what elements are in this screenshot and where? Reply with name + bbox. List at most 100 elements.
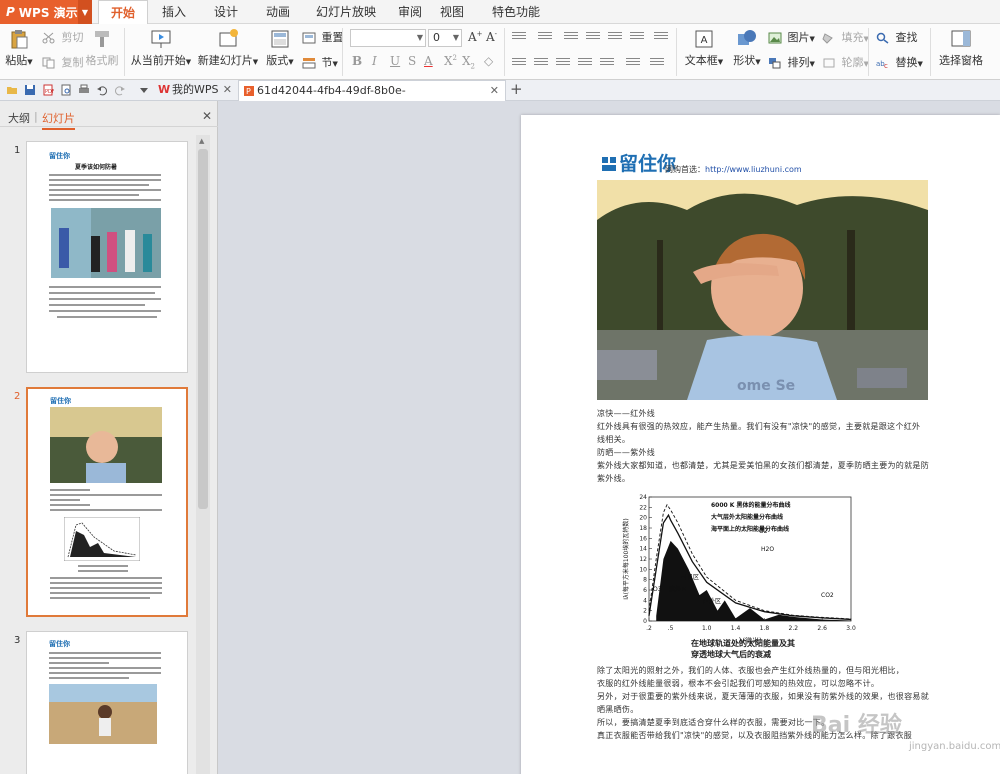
thumbnail-scrollbar[interactable]: ▲ [196,135,210,774]
thumb-text-line [57,316,157,318]
thumb-title: 夏季该如何防暑 [75,164,118,171]
numbered-list-icon[interactable] [538,32,552,42]
tab-insert[interactable]: 插入 [152,0,196,24]
baidu-watermark: Bai 经验 [811,713,902,738]
export-pdf-icon[interactable]: PDF [42,84,54,96]
tab-slideshow[interactable]: 幻灯片放映 [306,0,386,24]
align-center-icon[interactable] [534,58,548,68]
decrease-font-button[interactable]: A- [486,30,497,44]
save-icon[interactable] [24,84,36,96]
current-slide[interactable]: 留住你 网购首选：http://www.liuzhuni.com ome Se [521,115,1000,774]
open-folder-icon[interactable] [6,84,18,96]
outline-button[interactable]: 轮廓▼ [822,54,869,70]
copy-icon [42,57,55,69]
smartart-icon[interactable] [650,58,664,68]
selection-pane-button[interactable]: 选择窗格 [936,28,986,68]
body-text-line: 防晒——紫外线 [597,448,656,457]
text-box-button[interactable]: A 文本框▼ [684,28,724,68]
chart-legend-entry: 大气层外太阳能量分布曲线 [711,513,783,521]
print-icon[interactable] [78,84,90,96]
tagline-link[interactable]: http://www.liuzhuni.com [705,165,802,174]
tab-my-wps[interactable]: W 我的WPS ✕ [154,80,238,101]
solar-spectrum-chart: 024681012141618202224 .2.5 1.0 1.4 1.8 2.2 2.… [622,494,856,645]
tab-slides[interactable]: 幻灯片 [42,110,75,130]
new-slide-button[interactable]: 新建幻灯片▼ [196,28,260,68]
undo-icon[interactable] [96,84,108,96]
align-left-icon[interactable] [512,58,526,68]
chart-y-tick-label: 20 [639,515,647,522]
bold-button[interactable]: B [352,54,362,68]
chart-x-tick-label: 2.2 [789,625,799,632]
tab-special[interactable]: 特色功能 [476,0,556,24]
distribute-icon[interactable] [600,58,614,68]
line-spacing-icon[interactable] [608,32,622,42]
increase-indent-icon[interactable] [586,32,600,42]
shape-button[interactable]: 形状▼ [730,28,764,68]
slide-thumbnail-3[interactable]: 留住你 [26,631,188,774]
thumb-text-line [49,292,155,294]
increase-font-button[interactable]: A+ [468,30,483,44]
print-preview-icon[interactable] [60,84,72,96]
play-from-current-button[interactable]: 从当前开始▼ [130,28,192,68]
reset-button[interactable]: 重置 [302,29,344,45]
chart-annotation: CO2 [821,592,834,599]
copy-button[interactable]: 复制 [42,54,84,70]
underline-button[interactable]: U [390,54,400,68]
columns-icon[interactable] [654,32,668,42]
close-icon[interactable]: ✕ [202,109,212,123]
app-menu-button[interactable]: P WPS 演示 ▼ [0,0,92,24]
find-button[interactable]: 查找 [876,29,918,45]
tab-review[interactable]: 审阅 [390,0,430,24]
text-direction-icon[interactable] [630,32,644,42]
vertical-align-icon[interactable] [626,58,640,68]
font-size-combo[interactable]: 0 ▼ [428,29,462,47]
close-icon[interactable]: ✕ [223,80,232,100]
tab-view[interactable]: 视图 [432,0,472,24]
menu-bar: P WPS 演示 ▼ 开始 插入 设计 动画 幻灯片放映 审阅 视图 特色功能 [0,0,1000,25]
arrange-button[interactable]: 排列▼ [768,54,815,70]
justify-icon[interactable] [578,58,592,68]
clear-format-button[interactable]: ◇ [484,54,493,68]
cut-button[interactable]: 剪切 [42,29,84,45]
slide-thumbnail-1[interactable]: 留住你 夏季该如何防暑 [26,141,188,373]
strikethrough-button[interactable]: S [408,54,416,68]
chart-x-tick-label: 1.4 [731,625,741,632]
paste-button[interactable]: 粘贴▼ [4,28,34,68]
chart-y-tick-label: 18 [639,525,647,532]
tab-design[interactable]: 设计 [204,0,248,24]
font-color-button[interactable]: A [424,54,433,68]
tab-current-document[interactable]: P 61d42044-4fb4-49df-8b0e-452f47f32e83.p… [238,80,506,117]
shape-icon [738,30,756,45]
svg-text:c: c [884,62,888,69]
replace-button[interactable]: ab c 替换▼ [876,54,923,70]
format-painter-label: 格式刷 [85,54,119,67]
play-from-current-label: 从当前开始 [130,54,186,67]
close-icon[interactable]: ✕ [490,81,499,101]
subscript-button[interactable]: X2 [462,54,475,70]
layout-button[interactable]: 版式▼ [262,28,298,68]
tab-outline[interactable]: 大纲 [8,110,30,126]
format-painter-button[interactable]: 格式刷 [84,28,120,68]
scrollbar-thumb[interactable] [198,149,208,509]
quick-access-dropdown-icon[interactable] [138,84,150,96]
slide-thumbnail-2-selected[interactable]: 留住你 [26,387,188,617]
italic-button[interactable]: I [372,54,377,68]
bullet-list-icon[interactable] [512,32,526,42]
tab-home[interactable]: 开始 [98,0,148,25]
scroll-up-icon[interactable]: ▲ [199,137,204,145]
arrange-icon [769,58,781,69]
body-text-line: 晒黑晒伤。 [597,705,639,714]
picture-button[interactable]: 图片▼ [768,29,815,45]
align-right-icon[interactable] [556,58,570,68]
section-button[interactable]: 节▼ [302,54,338,70]
chart-x-tick-label: .5 [668,625,674,632]
redo-icon[interactable] [114,84,126,96]
new-tab-plus-icon[interactable]: + [510,80,523,98]
body-text-line: 除了太阳光的照射之外，我们的人体、衣服也会产生红外线热量的，但与阳光相比， [597,666,905,675]
tab-animation[interactable]: 动画 [256,0,300,24]
fill-button[interactable]: 填充▼ [822,29,869,45]
paste-label: 粘贴 [5,54,28,67]
font-name-combo[interactable]: ▼ [350,29,426,47]
superscript-button[interactable]: X2 [444,54,457,68]
decrease-indent-icon[interactable] [564,32,578,42]
